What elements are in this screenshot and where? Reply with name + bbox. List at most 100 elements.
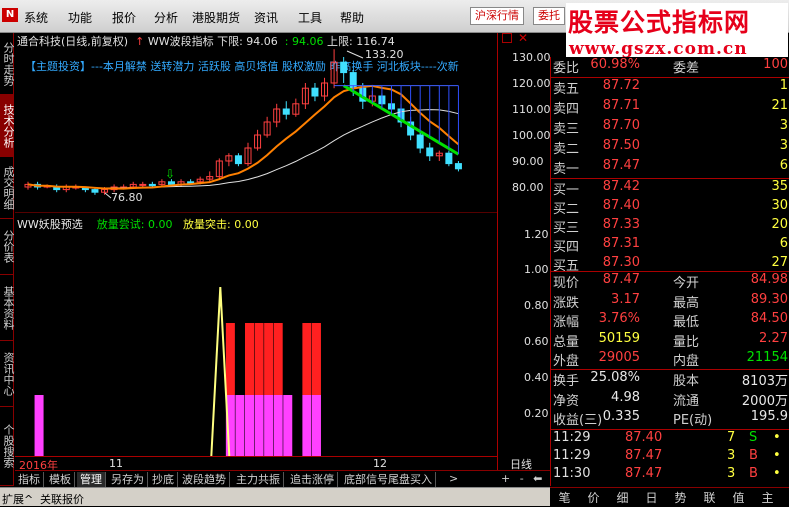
menu-hk-futures[interactable]: 港股期货 — [192, 9, 240, 26]
stat-label: 涨跌 — [553, 295, 580, 311]
tab-stock-search[interactable]: 个股搜索 — [0, 407, 15, 486]
buy-label: 买一 — [553, 183, 580, 198]
tab-main-resonance[interactable]: 主力共振 — [233, 472, 284, 487]
tab-intraday[interactable]: 分时走势 — [0, 33, 15, 95]
tab-scroll-right-icon[interactable]: > — [449, 472, 458, 485]
tick-row: 11:29 87.47 3 B • — [551, 448, 789, 468]
chart-area[interactable]: 通合科技(日线,前复权) ↑ WW波段指标 下限: 94.06 : 94.06 … — [15, 33, 497, 472]
stat-row: 外盘 29005 内盘 21154 — [551, 350, 789, 370]
tab-chase-limit-up[interactable]: 追击涨停 — [287, 472, 338, 487]
ma-line-orange — [27, 84, 460, 190]
indicator-bar — [254, 323, 264, 395]
stat-value: 84.98 — [750, 272, 788, 287]
expand-button[interactable]: 扩展^ — [2, 491, 33, 507]
indicator-bar — [264, 395, 274, 456]
tick-flag: S — [749, 430, 758, 445]
menu-news[interactable]: 资讯 — [254, 9, 278, 26]
stat-row: 总量 50159 量比 2.27 — [551, 331, 789, 351]
menu-system[interactable]: 系统 — [24, 9, 48, 26]
indicator-bar — [302, 395, 312, 456]
close-icon[interactable]: ✕ — [518, 31, 528, 45]
stat-label: 股本 — [673, 374, 700, 389]
stat-label: 流通 — [673, 393, 700, 409]
sell-price: 87.72 — [602, 78, 640, 93]
tick-price: 87.47 — [625, 466, 663, 481]
sell-label: 卖四 — [553, 102, 580, 117]
watermark-url: www.gszx.com.cn — [569, 39, 748, 59]
tab-trades[interactable]: 成交明细 — [0, 157, 15, 219]
tab-price-table[interactable]: 分价表 — [0, 219, 15, 275]
low-annotation: 76.80 — [111, 191, 143, 204]
date-month-11: 11 — [109, 457, 123, 470]
menu-function[interactable]: 功能 — [68, 9, 92, 26]
date-bar: 2016年 11 12 — [15, 456, 497, 472]
buy-volume: 20 — [771, 217, 788, 232]
axis-corner-buttons: ✕ — [498, 31, 550, 47]
menu-analysis[interactable]: 分析 — [154, 9, 178, 26]
tick-price: 87.47 — [625, 448, 663, 463]
tab-bottom-fishing[interactable]: 抄底 — [149, 472, 178, 487]
buy-price: 87.33 — [602, 217, 640, 232]
stat-value: 0.335 — [602, 409, 640, 424]
indicator-tick: 1.00 — [524, 263, 549, 276]
tab-main[interactable]: 主 — [753, 489, 782, 506]
restore-icon[interactable] — [502, 33, 512, 43]
tab-save-as[interactable]: 另存为 — [108, 472, 148, 487]
tab-price[interactable]: 价 — [579, 489, 608, 506]
stat-label: 涨幅 — [553, 315, 580, 330]
tab-trade[interactable]: 笔 — [550, 489, 579, 506]
tick-flag: B — [749, 466, 758, 481]
tab-day[interactable]: 日 — [637, 489, 666, 506]
menu-tools[interactable]: 工具 — [298, 9, 322, 26]
indicator-chart — [34, 286, 321, 456]
sell-volume: 3 — [779, 138, 788, 153]
indicator-bar — [273, 323, 283, 395]
stat-value: 2.27 — [759, 330, 788, 346]
candle-body — [426, 147, 434, 157]
sell-row: 卖五 87.72 1 — [551, 78, 789, 98]
menu-help[interactable]: 帮助 — [340, 9, 364, 26]
indicator-bar — [245, 395, 254, 456]
tab-manage[interactable]: 管理 — [77, 472, 106, 487]
tab-profile[interactable]: 基本资料 — [0, 275, 15, 341]
order-button[interactable]: 委托 — [533, 7, 565, 25]
buy-volume: 35 — [771, 179, 788, 194]
stat-value: 50159 — [598, 330, 640, 346]
tick-price: 87.40 — [625, 430, 663, 445]
sell-price: 87.50 — [602, 138, 640, 153]
stat-value: 84.50 — [750, 311, 788, 326]
tab-trend[interactable]: 势 — [666, 489, 695, 506]
tab-template[interactable]: 模板 — [46, 472, 75, 487]
hs-quote-button[interactable]: 沪深行情 — [470, 7, 524, 25]
tab-value[interactable]: 值 — [724, 489, 753, 506]
date-month-12: 12 — [373, 457, 387, 470]
stat-value: 25.08% — [590, 370, 640, 385]
buy-row: 买三 87.33 20 — [551, 217, 789, 237]
statusbar: 扩展^ 关联报价 — [0, 487, 550, 506]
buy-volume: 27 — [771, 255, 788, 270]
sell-volume: 3 — [779, 118, 788, 133]
buy-price: 87.42 — [602, 179, 640, 194]
tab-bottom-signal[interactable]: 底部信号尾盘买入 — [341, 472, 436, 487]
indicator-tick: 0.80 — [524, 299, 549, 312]
tab-link[interactable]: 联 — [695, 489, 724, 506]
tab-technical[interactable]: 技术分析 — [0, 95, 15, 157]
stat-label: 最低 — [673, 315, 700, 330]
tab-indicator[interactable]: 指标 — [15, 472, 44, 487]
stat-label: 外盘 — [553, 354, 580, 369]
related-quote-button[interactable]: 关联报价 — [40, 491, 84, 507]
stat-label: 今开 — [673, 276, 700, 291]
sell-price: 87.70 — [602, 118, 640, 133]
sell-label: 卖五 — [553, 82, 580, 97]
tab-detail[interactable]: 细 — [608, 489, 637, 506]
stat-label: PE(动) — [673, 413, 713, 428]
tab-news-center[interactable]: 资讯中心 — [0, 341, 15, 407]
ind-b-value: 0.00 — [234, 218, 259, 231]
price-tick: 80.00 — [512, 181, 544, 194]
tab-wave-trend[interactable]: 波段趋势 — [179, 472, 230, 487]
left-tab-strip: 分时走势 技术分析 成交明细 分价表 基本资料 资讯中心 个股搜索 — [0, 33, 15, 486]
menu-quote[interactable]: 报价 — [112, 9, 136, 26]
stat-label: 最高 — [673, 295, 700, 311]
sell-label: 卖一 — [553, 162, 580, 177]
tick-time: 11:30 — [553, 466, 591, 481]
